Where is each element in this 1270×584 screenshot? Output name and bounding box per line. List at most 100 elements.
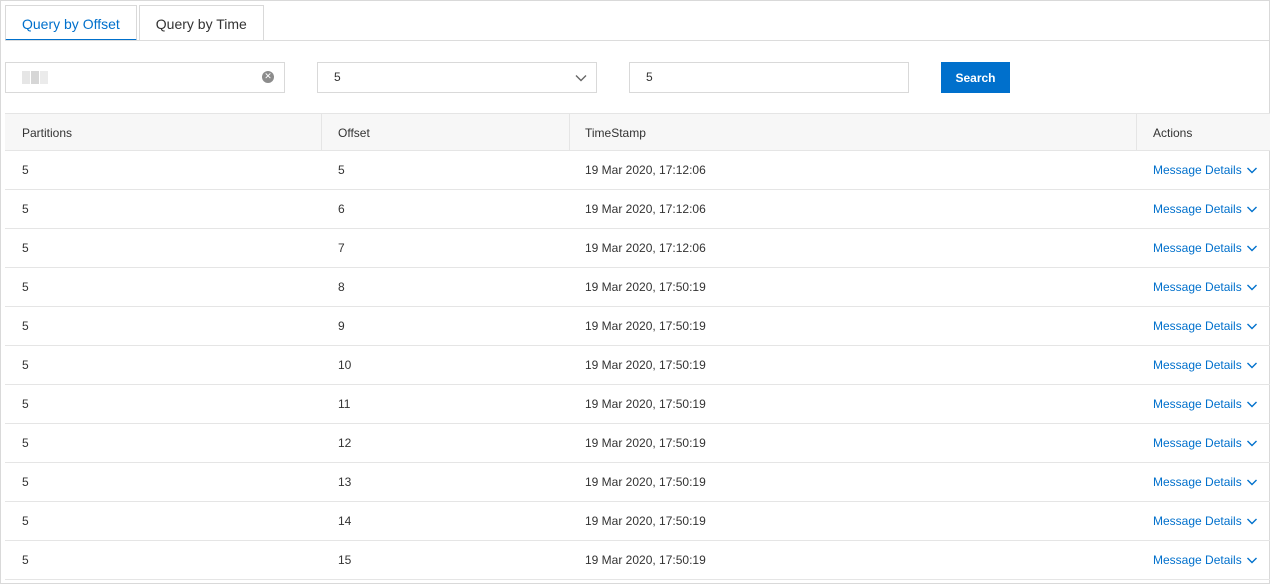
message-details-label: Message Details — [1153, 163, 1242, 177]
chevron-down-icon — [1246, 245, 1257, 252]
timestamp-cell: 19 Mar 2020, 17:12:06 — [585, 241, 706, 255]
offset-cell: 8 — [338, 280, 345, 294]
close-circle-icon[interactable]: ✕ — [262, 71, 274, 83]
actions-cell: Message Details — [1153, 229, 1258, 267]
table-row: 5 12 19 Mar 2020, 17:50:19 Message Details — [5, 424, 1270, 463]
timestamp-cell: 19 Mar 2020, 17:50:19 — [585, 397, 706, 411]
chevron-down-icon — [1246, 557, 1257, 564]
partition-cell: 5 — [22, 397, 29, 411]
message-details-link[interactable]: Message Details — [1153, 463, 1258, 501]
offset-cell: 7 — [338, 241, 345, 255]
table-row: 5 5 19 Mar 2020, 17:12:06 Message Details — [5, 151, 1270, 190]
actions-cell: Message Details — [1153, 424, 1258, 462]
actions-cell: Message Details — [1153, 190, 1258, 228]
partition-cell: 5 — [22, 358, 29, 372]
offset-cell: 14 — [338, 514, 352, 528]
message-details-label: Message Details — [1153, 397, 1242, 411]
masked-topic-value — [22, 71, 48, 84]
message-details-link[interactable]: Message Details — [1153, 229, 1258, 267]
table-row: 5 8 19 Mar 2020, 17:50:19 Message Details — [5, 268, 1270, 307]
message-details-link[interactable]: Message Details — [1153, 541, 1258, 579]
message-details-link[interactable]: Message Details — [1153, 190, 1258, 228]
partition-cell: 5 — [22, 319, 29, 333]
actions-cell: Message Details — [1153, 307, 1258, 345]
partition-cell: 5 — [22, 280, 29, 294]
message-details-link[interactable]: Message Details — [1153, 346, 1258, 384]
table-header: Partitions Offset TimeStamp Actions — [5, 113, 1270, 151]
message-details-label: Message Details — [1153, 241, 1242, 255]
timestamp-cell: 19 Mar 2020, 17:12:06 — [585, 202, 706, 216]
chevron-down-icon — [1246, 323, 1257, 330]
partition-cell: 5 — [22, 475, 29, 489]
actions-cell: Message Details — [1153, 463, 1258, 501]
topic-input[interactable]: ✕ — [5, 62, 285, 93]
chevron-down-icon — [1246, 401, 1257, 408]
chevron-down-icon — [1246, 206, 1257, 213]
actions-cell: Message Details — [1153, 151, 1258, 189]
tab-divider — [5, 40, 1269, 41]
messages-table: Partitions Offset TimeStamp Actions 5 5 19… — [5, 113, 1270, 580]
table-row: 5 10 19 Mar 2020, 17:50:19 Message Details — [5, 346, 1270, 385]
partition-select[interactable]: 5 — [317, 62, 597, 93]
query-panel: Query by Offset Query by Time ✕ 5 5 Sear… — [0, 0, 1270, 584]
offset-input-value: 5 — [646, 70, 653, 84]
table-row: 5 11 19 Mar 2020, 17:50:19 Message Details — [5, 385, 1270, 424]
actions-cell: Message Details — [1153, 541, 1258, 579]
message-details-label: Message Details — [1153, 202, 1242, 216]
chevron-down-icon — [1246, 479, 1257, 486]
header-timestamp: TimeStamp — [585, 126, 646, 140]
actions-cell: Message Details — [1153, 268, 1258, 306]
message-details-label: Message Details — [1153, 319, 1242, 333]
search-button[interactable]: Search — [941, 62, 1010, 93]
header-offset: Offset — [338, 126, 370, 140]
tab-query-by-offset[interactable]: Query by Offset — [5, 5, 137, 41]
header-actions: Actions — [1153, 126, 1193, 140]
message-details-link[interactable]: Message Details — [1153, 424, 1258, 462]
message-details-label: Message Details — [1153, 475, 1242, 489]
offset-cell: 15 — [338, 553, 352, 567]
chevron-down-icon — [1246, 284, 1257, 291]
chevron-down-icon — [1246, 167, 1257, 174]
partition-cell: 5 — [22, 241, 29, 255]
table-row: 5 14 19 Mar 2020, 17:50:19 Message Details — [5, 502, 1270, 541]
offset-cell: 11 — [338, 397, 351, 411]
message-details-link[interactable]: Message Details — [1153, 151, 1258, 189]
table-row: 5 13 19 Mar 2020, 17:50:19 Message Details — [5, 463, 1270, 502]
partition-cell: 5 — [22, 514, 29, 528]
table-row: 5 6 19 Mar 2020, 17:12:06 Message Details — [5, 190, 1270, 229]
offset-input[interactable]: 5 — [629, 62, 909, 93]
message-details-label: Message Details — [1153, 436, 1242, 450]
partition-select-value: 5 — [334, 70, 341, 84]
timestamp-cell: 19 Mar 2020, 17:50:19 — [585, 319, 706, 333]
message-details-link[interactable]: Message Details — [1153, 385, 1258, 423]
partition-cell: 5 — [22, 163, 29, 177]
timestamp-cell: 19 Mar 2020, 17:50:19 — [585, 553, 706, 567]
message-details-label: Message Details — [1153, 514, 1242, 528]
timestamp-cell: 19 Mar 2020, 17:50:19 — [585, 436, 706, 450]
chevron-down-icon — [1246, 440, 1257, 447]
actions-cell: Message Details — [1153, 385, 1258, 423]
message-details-link[interactable]: Message Details — [1153, 502, 1258, 540]
offset-cell: 6 — [338, 202, 345, 216]
table-row: 5 7 19 Mar 2020, 17:12:06 Message Details — [5, 229, 1270, 268]
timestamp-cell: 19 Mar 2020, 17:50:19 — [585, 475, 706, 489]
actions-cell: Message Details — [1153, 502, 1258, 540]
chevron-down-icon[interactable] — [574, 71, 588, 85]
offset-cell: 5 — [338, 163, 345, 177]
chevron-down-icon — [1246, 362, 1257, 369]
message-details-link[interactable]: Message Details — [1153, 268, 1258, 306]
tab-bar: Query by Offset Query by Time — [5, 5, 264, 41]
message-details-link[interactable]: Message Details — [1153, 307, 1258, 345]
actions-cell: Message Details — [1153, 346, 1258, 384]
message-details-label: Message Details — [1153, 358, 1242, 372]
timestamp-cell: 19 Mar 2020, 17:12:06 — [585, 163, 706, 177]
message-details-label: Message Details — [1153, 280, 1242, 294]
timestamp-cell: 19 Mar 2020, 17:50:19 — [585, 280, 706, 294]
partition-cell: 5 — [22, 436, 29, 450]
partition-cell: 5 — [22, 202, 29, 216]
timestamp-cell: 19 Mar 2020, 17:50:19 — [585, 358, 706, 372]
chevron-down-icon — [1246, 518, 1257, 525]
header-partitions: Partitions — [22, 126, 73, 140]
offset-cell: 12 — [338, 436, 352, 450]
tab-query-by-time[interactable]: Query by Time — [138, 5, 264, 41]
